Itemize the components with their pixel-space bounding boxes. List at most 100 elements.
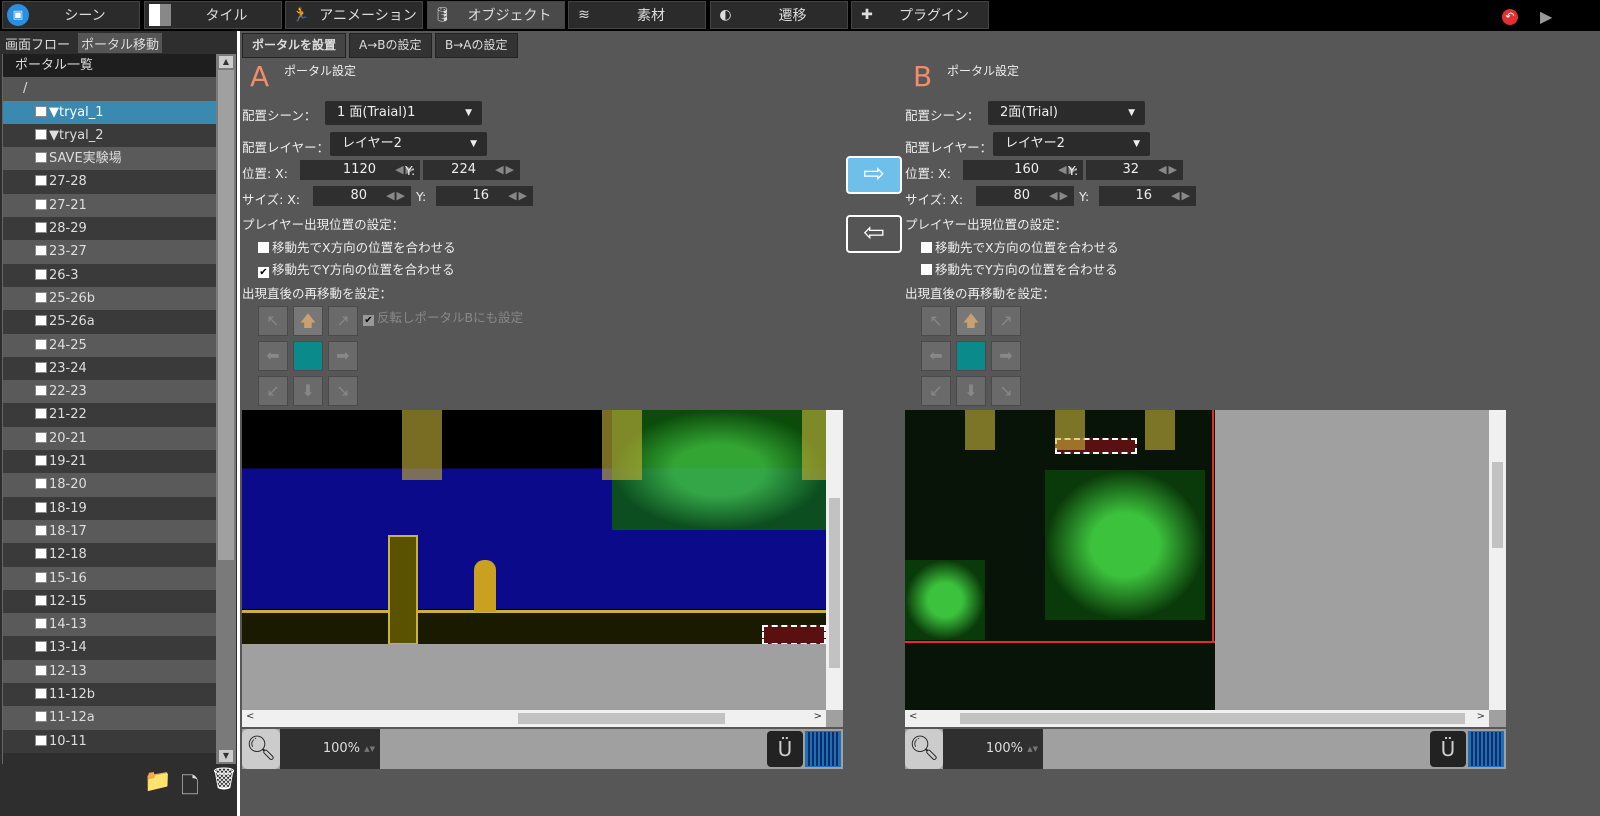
list-item[interactable]: 11-12a [3, 706, 216, 730]
checkbox-icon[interactable] [921, 264, 932, 275]
list-item[interactable]: 21-22 [3, 403, 216, 427]
list-item[interactable]: SAVE実験場 [3, 147, 216, 171]
list-item[interactable]: 12-15 [3, 589, 216, 614]
match-x-checkbox[interactable]: 移動先でX方向の位置を合わせる [921, 237, 1119, 256]
tab-b-to-a[interactable]: B→Aの設定 [435, 33, 518, 58]
list-item[interactable]: 20-21 [3, 426, 216, 451]
vertical-scrollbar[interactable] [826, 410, 843, 710]
match-x-checkbox[interactable]: 移動先でX方向の位置を合わせる [258, 237, 456, 256]
direction-down-left-button[interactable]: ↙ [258, 376, 288, 406]
map-preview[interactable]: < > [242, 410, 843, 727]
position-y-input[interactable]: 224 ◀▶ [423, 160, 520, 180]
list-item[interactable]: 27-21 [3, 193, 216, 218]
copy-a-to-b-button[interactable]: ⇨ [846, 156, 902, 194]
layer-select[interactable]: レイヤー2 ▼ [330, 132, 487, 156]
position-x-input[interactable]: 1120 ◀▶ [300, 160, 420, 180]
stepper-arrows-icon[interactable]: ◀▶ [1171, 186, 1192, 206]
tab-top-1[interactable]: タイル [143, 1, 282, 29]
position-y-input[interactable]: 32 ◀▶ [1086, 160, 1183, 180]
list-item[interactable]: 18-20 [3, 473, 216, 497]
vertical-scrollbar[interactable] [1489, 410, 1506, 710]
list-item[interactable]: 27-28 [3, 170, 216, 194]
direction-down-right-button[interactable]: ↘ [328, 376, 358, 406]
layer-select[interactable]: レイヤー2 ▼ [993, 132, 1150, 156]
stepper-icon[interactable]: ▲▼ [364, 729, 375, 769]
list-item[interactable]: 18-17 [3, 519, 216, 544]
undo-icon[interactable]: ↶ [1502, 9, 1518, 25]
list-root-folder[interactable]: / [3, 77, 216, 101]
direction-left-button[interactable]: ⬅ [921, 341, 951, 371]
direction-right-button[interactable]: ➡ [991, 341, 1021, 371]
mirror-checkbox[interactable]: ✔ 反転しポータルBにも設定 [363, 307, 523, 326]
checkbox-icon[interactable]: ✔ [258, 267, 269, 278]
horizontal-scrollbar[interactable]: < > [905, 710, 1489, 727]
stepper-arrows-icon[interactable]: ◀▶ [386, 186, 407, 206]
direction-up-right-button[interactable]: ↗ [328, 306, 358, 336]
tab-a-to-b[interactable]: A→Bの設定 [349, 33, 432, 58]
size-x-input[interactable]: 80 ◀▶ [313, 186, 411, 206]
play-icon[interactable]: ▶ [1540, 7, 1552, 26]
list-item[interactable]: 12-13 [3, 659, 216, 684]
list-item[interactable]: 11-12b [3, 683, 216, 707]
tab-top-5[interactable]: ◐ 遷移 [709, 1, 848, 29]
position-x-input[interactable]: 160 ◀▶ [963, 160, 1083, 180]
direction-down-button[interactable]: ⬇ [293, 376, 323, 406]
list-item[interactable]: 24-25 [3, 333, 216, 357]
list-item[interactable]: 13-14 [3, 636, 216, 660]
direction-down-button[interactable]: ⬇ [956, 376, 986, 406]
copy-b-to-a-button[interactable]: ⇦ [846, 215, 902, 253]
map-preview[interactable]: < > [905, 410, 1506, 727]
magnifier-icon[interactable]: 🔍︎ [242, 729, 280, 769]
direction-center-button[interactable] [956, 341, 986, 371]
scene-select[interactable]: 1 面(Traial)1 ▼ [325, 101, 482, 125]
list-item[interactable]: 23-27 [3, 240, 216, 264]
tab-top-2[interactable]: 🏃 アニメーション [285, 1, 423, 29]
zoom-input[interactable]: 100% ▲▼ [943, 729, 1043, 769]
tab-top-3[interactable]: 🛢 オブジェクト [426, 1, 565, 29]
list-item[interactable]: 12-18 [3, 543, 216, 567]
list-item[interactable]: 14-13 [3, 613, 216, 637]
list-item[interactable]: ▼tryal_2 [3, 123, 216, 148]
magnifier-icon[interactable]: 🔍︎ [905, 729, 943, 769]
zoom-input[interactable]: 100% ▲▼ [280, 729, 380, 769]
add-folder-button[interactable]: 📁 [144, 769, 171, 794]
scene-select[interactable]: 2面(Trial) ▼ [988, 101, 1145, 125]
direction-left-button[interactable]: ⬅ [258, 341, 288, 371]
stepper-arrows-icon[interactable]: ◀▶ [508, 186, 529, 206]
checkbox-icon[interactable] [258, 242, 269, 253]
size-y-input[interactable]: 16 ◀▶ [1099, 186, 1196, 206]
delete-button[interactable]: 🗑 [210, 767, 238, 792]
horizontal-scrollbar[interactable]: < > [242, 710, 826, 727]
add-item-button[interactable]: 🗋 [181, 769, 199, 807]
tab-portal-move[interactable]: ポータル移動 [78, 33, 163, 53]
grid-icon[interactable] [1468, 731, 1504, 767]
list-item[interactable]: 15-16 [3, 566, 216, 590]
list-scrollbar[interactable]: ▲ ▼ [216, 54, 236, 764]
stepper-arrows-icon[interactable]: ◀▶ [1158, 160, 1179, 180]
checkbox-icon[interactable]: ✔ [363, 315, 374, 326]
list-item[interactable]: 25-26b [3, 286, 216, 311]
direction-up-right-button[interactable]: ↗ [991, 306, 1021, 336]
list-item[interactable]: 18-19 [3, 496, 216, 520]
stepper-arrows-icon[interactable]: ◀▶ [1049, 186, 1070, 206]
tab-top-0[interactable]: ▣ シーン [2, 1, 140, 29]
stepper-arrows-icon[interactable]: ◀▶ [495, 160, 516, 180]
magnet-icon[interactable]: Ü [1430, 731, 1466, 767]
direction-right-button[interactable]: ➡ [328, 341, 358, 371]
direction-up-button[interactable]: 🡅 [956, 306, 986, 336]
grid-icon[interactable] [805, 731, 841, 767]
direction-down-right-button[interactable]: ↘ [991, 376, 1021, 406]
magnet-icon[interactable]: Ü [767, 731, 803, 767]
direction-up-button[interactable]: 🡅 [293, 306, 323, 336]
list-item[interactable]: 25-26a [3, 310, 216, 334]
direction-up-left-button[interactable]: ↖ [258, 306, 288, 336]
list-item[interactable]: ▼tryal_1 [3, 100, 216, 124]
match-y-checkbox[interactable]: ✔ 移動先でY方向の位置を合わせる [258, 259, 455, 278]
list-item[interactable]: 23-24 [3, 356, 216, 381]
tab-screen-flow[interactable]: 画面フロー [2, 33, 74, 53]
size-y-input[interactable]: 16 ◀▶ [436, 186, 533, 206]
stepper-icon[interactable]: ▲▼ [1027, 729, 1038, 769]
direction-down-left-button[interactable]: ↙ [921, 376, 951, 406]
tab-place-portal[interactable]: ポータルを設置 [242, 33, 347, 58]
direction-up-left-button[interactable]: ↖ [921, 306, 951, 336]
